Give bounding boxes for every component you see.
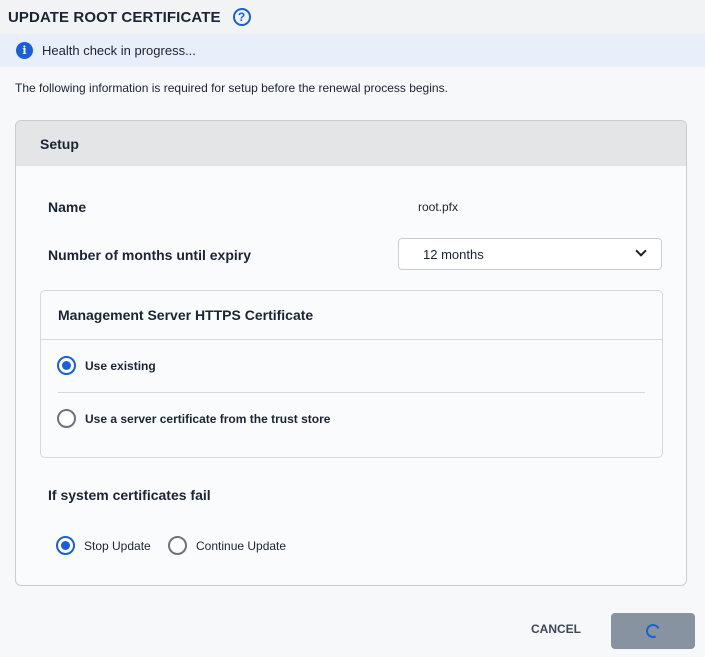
title-bar: UPDATE ROOT CERTIFICATE ?: [0, 0, 705, 34]
radio-unchecked-icon: [168, 536, 187, 555]
radio-label: Stop Update: [84, 538, 151, 553]
https-certificate-section: Management Server HTTPS Certificate Use …: [40, 290, 663, 458]
radio-trust-store[interactable]: Use a server certificate from the trust …: [57, 409, 330, 428]
radio-checked-icon: [57, 356, 76, 375]
radio-unchecked-icon: [57, 409, 76, 428]
radio-label: Continue Update: [196, 538, 287, 553]
name-label: Name: [48, 199, 87, 215]
intro-text: The following information is required fo…: [15, 81, 448, 95]
radio-checked-icon: [56, 536, 75, 555]
setup-card: Setup Name root.pfx Number of months unt…: [15, 120, 687, 586]
radio-label: Use existing: [85, 358, 156, 373]
radio-continue-update[interactable]: Continue Update: [168, 536, 286, 555]
setup-header: Setup: [16, 121, 686, 166]
banner-text: Health check in progress...: [42, 43, 196, 58]
loading-spinner-icon: [644, 622, 662, 640]
cancel-button[interactable]: CANCEL: [531, 622, 581, 636]
expiry-value: 12 months: [423, 246, 484, 262]
radio-use-existing[interactable]: Use existing: [57, 356, 156, 375]
fail-label: If system certificates fail: [48, 487, 211, 503]
help-icon[interactable]: ?: [232, 8, 251, 26]
https-header: Management Server HTTPS Certificate: [41, 291, 662, 340]
submit-button[interactable]: [611, 613, 695, 649]
status-banner: i Health check in progress...: [0, 34, 705, 67]
chevron-down-icon: [635, 245, 647, 257]
expiry-label: Number of months until expiry: [48, 247, 252, 263]
radio-label: Use a server certificate from the trust …: [85, 411, 331, 426]
info-icon: i: [16, 42, 33, 59]
expiry-select[interactable]: 12 months: [398, 238, 662, 270]
radio-stop-update[interactable]: Stop Update: [56, 536, 151, 555]
dialog-title: UPDATE ROOT CERTIFICATE: [8, 8, 221, 26]
divider: [58, 392, 645, 393]
name-value: root.pfx: [418, 200, 459, 214]
